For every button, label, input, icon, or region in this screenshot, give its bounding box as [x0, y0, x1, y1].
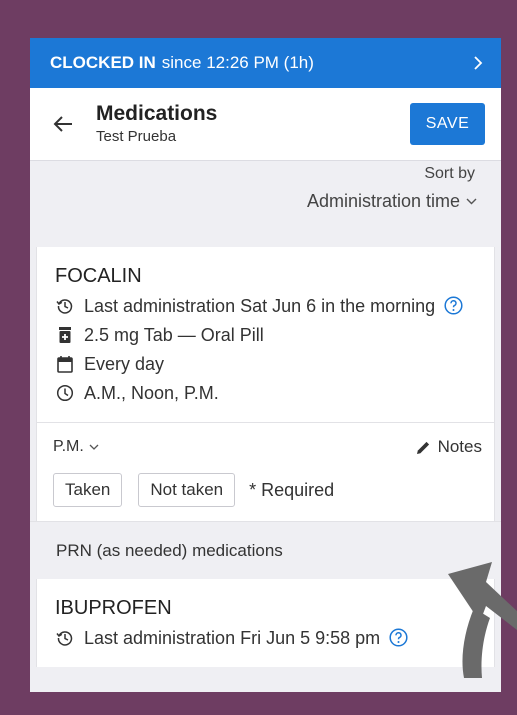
title-block: Medications Test Prueba — [96, 101, 217, 147]
prn-last-administration-text: Last administration Fri Jun 5 9:58 pm — [84, 626, 408, 650]
help-icon[interactable] — [389, 628, 408, 647]
dose-text: 2.5 mg Tab — Oral Pill — [84, 325, 264, 345]
sort-select-value: Administration time — [306, 191, 460, 211]
calendar-icon — [57, 356, 73, 373]
taken-button[interactable]: Taken — [53, 473, 123, 507]
history-icon — [56, 631, 73, 646]
required-note: * Required — [249, 479, 335, 500]
frequency-text: Every day — [84, 354, 165, 374]
page-title: Medications — [96, 102, 218, 125]
medication-actions: P.M. Notes Taken Not taken * Required — [37, 422, 494, 521]
prn-last-administration-row: Last administration Fri Jun 5 9:58 pm — [55, 626, 478, 650]
page-subtitle: Test Prueba — [96, 128, 177, 145]
sort-by-label: Sort by — [424, 165, 475, 182]
chevron-down-icon — [89, 444, 99, 450]
help-icon[interactable] — [444, 296, 463, 315]
medication-name: FOCALIN — [55, 265, 142, 287]
chevron-down-icon — [466, 198, 477, 205]
clock-since: since 12:26 PM (1h) — [161, 53, 314, 72]
pencil-icon — [416, 441, 429, 454]
annotation-arrow-icon — [448, 562, 517, 678]
clock-status-bar[interactable]: CLOCKED IN since 12:26 PM (1h) — [30, 38, 501, 88]
last-administration-value: Last administration Sat Jun 6 in the mor… — [84, 296, 436, 316]
prn-medication-card-body: IBUPROFEN Last administration Fri Jun 5 … — [37, 579, 494, 667]
dose-row: 2.5 mg Tab — Oral Pill — [55, 323, 478, 347]
save-button[interactable]: SAVE — [410, 103, 485, 145]
notes-button[interactable]: Notes — [416, 437, 482, 457]
chevron-right-icon — [474, 56, 483, 70]
times-text: A.M., Noon, P.M. — [84, 383, 219, 403]
medication-card-body: FOCALIN Last administration Sat Jun 6 in… — [37, 247, 494, 422]
notes-label: Notes — [437, 437, 482, 456]
history-icon — [56, 299, 73, 314]
prn-last-administration-value: Last administration Fri Jun 5 9:58 pm — [84, 628, 381, 648]
frequency-row: Every day — [55, 352, 478, 376]
prn-medication-name: IBUPROFEN — [55, 597, 172, 619]
period-select-value: P.M. — [53, 438, 84, 455]
prn-medication-card: IBUPROFEN Last administration Fri Jun 5 … — [36, 579, 495, 667]
period-select[interactable]: P.M. — [53, 438, 99, 456]
pill-bottle-icon — [59, 327, 71, 343]
sort-area: Sort by Administration time — [30, 161, 501, 247]
back-arrow-icon[interactable] — [52, 113, 74, 135]
times-row: A.M., Noon, P.M. — [55, 381, 478, 405]
last-administration-row: Last administration Sat Jun 6 in the mor… — [55, 294, 478, 318]
sort-select[interactable]: Administration time — [307, 191, 477, 212]
clock-icon — [56, 384, 74, 402]
app-header: Medications Test Prueba SAVE — [30, 88, 501, 161]
last-administration-text: Last administration Sat Jun 6 in the mor… — [84, 294, 463, 318]
clock-status: CLOCKED IN — [50, 53, 156, 72]
not-taken-button[interactable]: Not taken — [138, 473, 236, 507]
medication-card: FOCALIN Last administration Sat Jun 6 in… — [36, 247, 495, 521]
